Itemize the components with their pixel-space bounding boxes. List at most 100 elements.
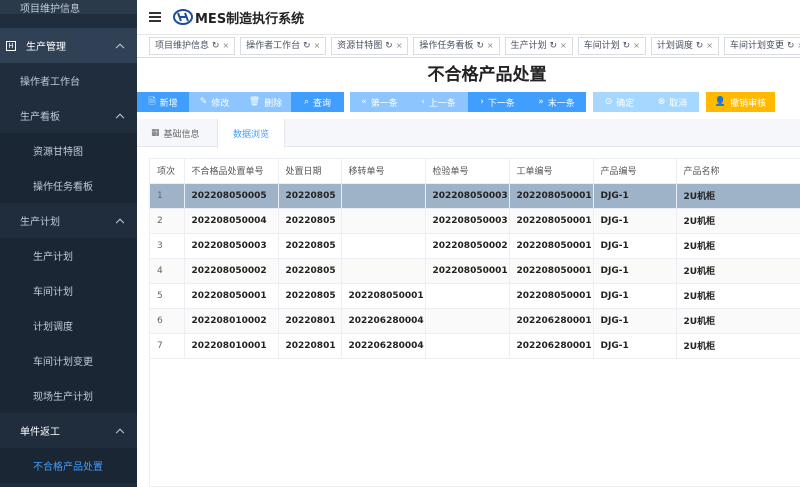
table-cell: 20220805 [278, 208, 342, 234]
double-chevron-left-icon: « [361, 97, 367, 107]
sidebar-item-nonconforming[interactable]: 不合格产品处置 [0, 448, 137, 483]
top-header: MES制造执行系统 [137, 0, 800, 34]
column-header[interactable]: 产品名称 [676, 159, 800, 184]
close-icon[interactable]: × [633, 41, 640, 50]
close-icon[interactable]: × [560, 41, 567, 50]
sidebar-item-production-plan[interactable]: 生产计划 [0, 238, 137, 273]
table-cell: 202208050001 [425, 258, 510, 284]
sidebar-item-workshop-plan[interactable]: 车间计划 [0, 273, 137, 308]
tab-production-plan[interactable]: 生产计划 ↻ × [504, 37, 573, 55]
first-record-button[interactable]: «第一条 [350, 92, 409, 112]
button-label: 上一条 [428, 98, 456, 109]
table-cell: 202208050004 [184, 208, 279, 234]
refresh-icon[interactable]: ↻ [476, 41, 484, 51]
revoke-review-button[interactable]: 👤 撤销审核 [706, 92, 775, 112]
table-cell: 1 [150, 183, 185, 209]
app-title: MES制造执行系统 [195, 11, 305, 27]
tab-plan-change[interactable]: 车间计划变更 ↻× [723, 37, 800, 55]
tab-operator-workbench[interactable]: 操作者工作台 ↻ × [240, 37, 327, 55]
tab-data-browse[interactable]: 数据浏览 [217, 119, 285, 148]
sidebar-item-task-board[interactable]: 操作任务看板 [0, 168, 137, 203]
tabs-bar: 项目维护信息 ↻ × 操作者工作台 ↻ × 资源甘特图 ↻ × 操作任务看板 ↻ × 生产计划 … [137, 34, 800, 58]
table-row[interactable]: 6 202208010002 20220801 202206280004 2022062… [150, 308, 800, 334]
tab-label: 生产计划 [510, 41, 547, 51]
table-cell [425, 308, 510, 334]
tab-task-board[interactable]: 操作任务看板 ↻ × [413, 37, 500, 55]
sidebar-item-scheduling[interactable]: 计划调度 [0, 308, 137, 343]
table-cell: 202208050002 [425, 233, 510, 259]
close-icon[interactable]: × [487, 41, 494, 50]
delete-button[interactable]: 🗑 删除 [240, 92, 291, 112]
tab-workshop-plan[interactable]: 车间计划 ↻ × [577, 37, 646, 55]
sidebar-item-label: 生产计划 [20, 217, 60, 228]
table-cell: 202206280001 [509, 333, 594, 359]
sidebar-item-label: 现场生产计划 [33, 392, 93, 403]
refresh-icon[interactable]: ↻ [303, 41, 311, 51]
confirm-button[interactable]: ⊙ 确定 [593, 92, 646, 112]
table-cell: DJG-1 [593, 283, 677, 309]
button-label: 确定 [616, 98, 635, 109]
table-cell: 202208050001 [509, 208, 594, 234]
table-cell: 2U机柜 [676, 233, 800, 259]
table-cell: 202208050003 [425, 208, 510, 234]
sidebar: 项目维护信息 H 生产管理 操作者工作台 生产看板 资源甘特图 操作任务看板 生… [0, 0, 137, 487]
button-label: 撤销审核 [730, 98, 767, 109]
button-label: 新增 [159, 98, 178, 109]
table-row[interactable]: 4 202208050002 20220805 202208050001 2022080… [150, 258, 800, 284]
add-button[interactable]: 🗎 新增 [137, 92, 189, 112]
table-row[interactable]: 3 202208050003 20220805 202208050002 2022080… [150, 233, 800, 259]
tab-label: 基础信息 [163, 129, 200, 140]
sidebar-group-production[interactable]: H 生产管理 [0, 28, 137, 63]
next-record-button[interactable]: › 下一条 [468, 92, 527, 112]
sidebar-group-production-plan[interactable]: 生产计划 [0, 203, 137, 238]
refresh-icon[interactable]: ↻ [385, 41, 393, 51]
column-header[interactable]: 处置日期 [278, 159, 342, 184]
refresh-icon[interactable]: ↻ [549, 41, 557, 51]
logo-icon [173, 9, 193, 25]
refresh-icon[interactable]: ↻ [696, 41, 704, 51]
sidebar-group-rework[interactable]: 单件返工 [0, 413, 137, 448]
table-row[interactable]: 5 202208050001 20220805 202208050001 2022080… [150, 283, 800, 309]
table-row[interactable]: 1 202208050005 20220805 202208050003 2022080… [150, 183, 800, 209]
column-header[interactable]: 不合格品处置单号 [184, 159, 279, 184]
tab-scheduling[interactable]: 计划调度 ↻ × [650, 37, 719, 55]
close-icon[interactable]: × [314, 41, 321, 50]
tab-label: 车间计划变更 [729, 41, 784, 51]
column-header[interactable]: 移转单号 [341, 159, 426, 184]
tab-gantt[interactable]: 资源甘特图 ↻ × [331, 37, 409, 55]
sidebar-item-plan-change[interactable]: 车间计划变更 [0, 343, 137, 378]
close-icon[interactable]: × [396, 41, 403, 50]
prev-record-button[interactable]: ‹ 上一条 [409, 92, 468, 112]
query-button[interactable]: ⌕ 查询 [291, 92, 344, 112]
refresh-icon[interactable]: ↻ [787, 41, 795, 51]
column-header[interactable]: 检验单号 [425, 159, 510, 184]
button-label: 删除 [264, 98, 283, 109]
table-cell: 20220805 [278, 233, 342, 259]
hamburger-menu-icon[interactable] [149, 12, 161, 22]
sidebar-item-label: 计划调度 [33, 322, 73, 333]
toolbar: 🗎 新增 ✎ 修改 🗑 删除 ⌕ 查询 «第一条 ‹ 上一条 › 下一条 » 末一条 ⊙ 确定 … [0, 92, 800, 112]
refresh-icon[interactable]: ↻ [623, 41, 631, 51]
sidebar-item-label: 项目维护信息 [20, 4, 80, 15]
column-header[interactable]: 产品编号 [593, 159, 677, 184]
last-record-button[interactable]: » 末一条 [527, 92, 586, 112]
chevron-left-icon: ‹ [421, 97, 425, 107]
edit-button[interactable]: ✎ 修改 [189, 92, 240, 112]
refresh-icon[interactable]: ↻ [212, 41, 220, 51]
tab-basic-info[interactable]: ▦ 基础信息 [151, 119, 215, 147]
sidebar-item-project-info[interactable]: 项目维护信息 [0, 0, 137, 15]
table-row[interactable]: 7 202208010001 20220801 202206280004 2022062… [150, 333, 800, 359]
column-header[interactable]: 项次 [150, 159, 185, 184]
column-header[interactable]: 工单编号 [509, 159, 594, 184]
sidebar-item-onsite-plan[interactable]: 现场生产计划 [0, 378, 137, 413]
button-label: 下一条 [487, 98, 515, 109]
cancel-button[interactable]: ⊗ 取消 [646, 92, 699, 112]
table-cell: 7 [150, 333, 185, 359]
tab-project-info[interactable]: 项目维护信息 ↻ × [149, 37, 236, 55]
close-icon[interactable]: × [222, 41, 229, 50]
sidebar-item-label: 生产管理 [26, 42, 66, 53]
table-row[interactable]: 2 202208050004 20220805 202208050003 2022080… [150, 208, 800, 234]
table-cell: 4 [150, 258, 185, 284]
close-icon[interactable]: × [706, 41, 713, 50]
sidebar-item-gantt[interactable]: 资源甘特图 [0, 133, 137, 168]
